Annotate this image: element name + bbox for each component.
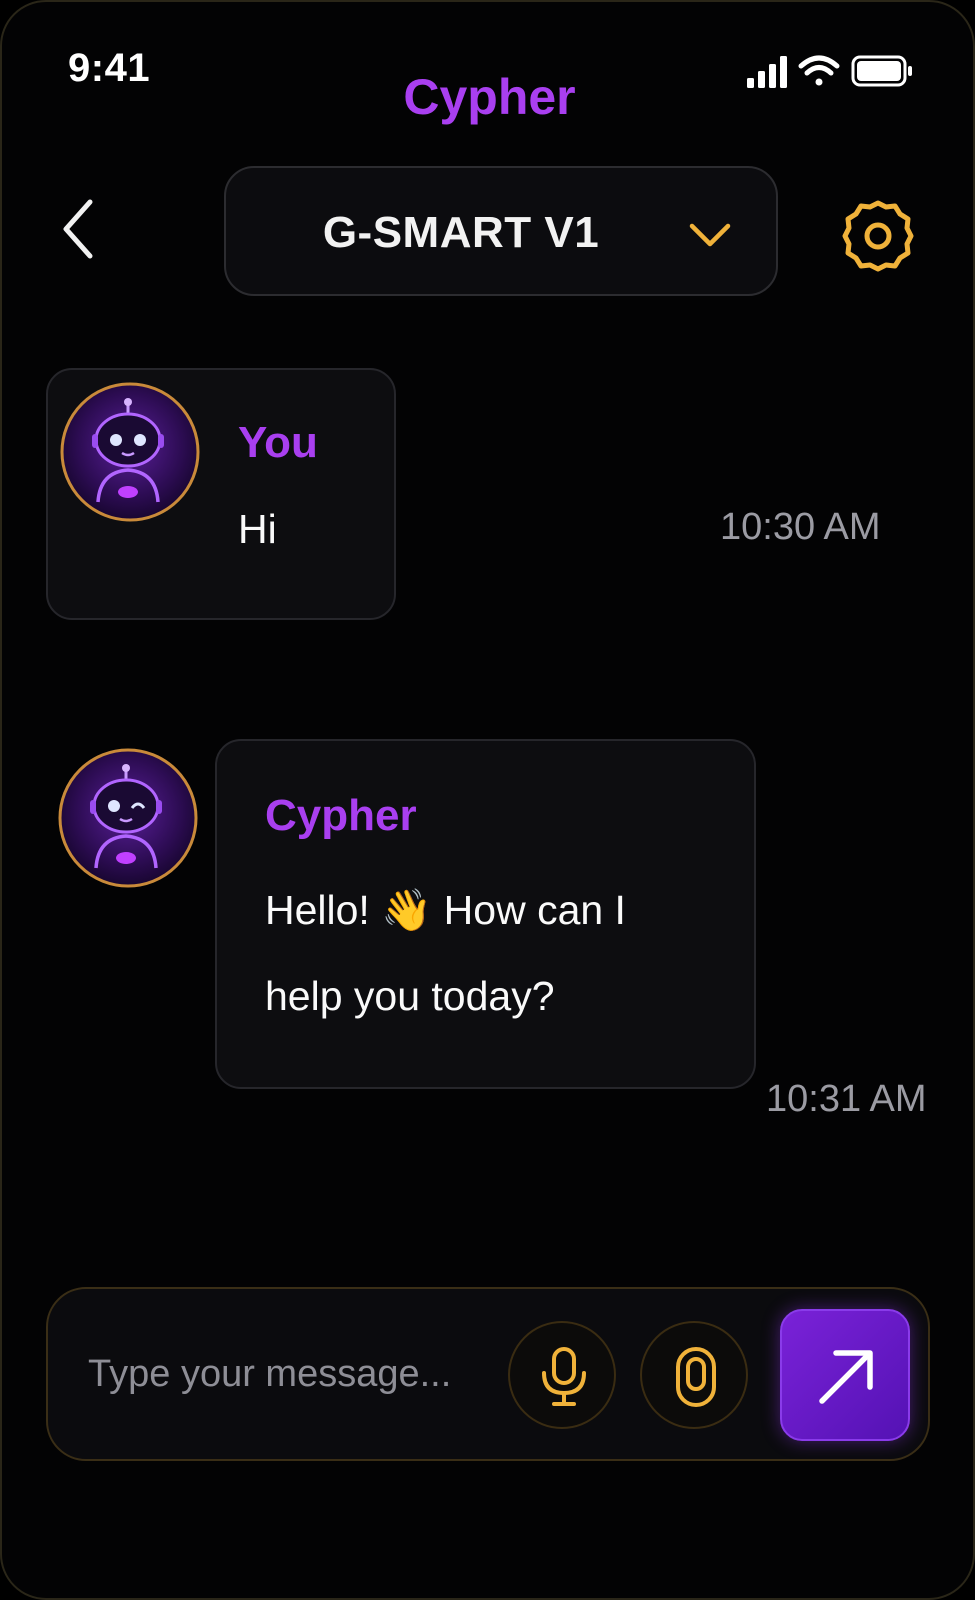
message-sender: Cypher	[265, 791, 417, 840]
message-time: 10:30 AM	[720, 506, 881, 548]
message-sender: You	[238, 418, 318, 467]
settings-button[interactable]	[840, 198, 916, 274]
message-text-line-1: Hello! 👋 How can I	[265, 887, 626, 933]
voice-input-button[interactable]	[508, 1321, 616, 1429]
model-label: G-SMART V1	[322, 208, 600, 257]
mic-capsule-icon	[676, 1347, 716, 1407]
message-bubble-bot: Cypher Hello! 👋 How can I help you today…	[215, 739, 756, 1089]
microphone-icon	[542, 1347, 586, 1406]
message-text-line-2: help you today?	[265, 973, 555, 1019]
chevron-down-icon	[689, 223, 731, 247]
send-button[interactable]	[780, 1309, 910, 1441]
message-bubble-user: You Hi	[46, 368, 396, 620]
robot-avatar-icon	[58, 748, 198, 888]
message-text: Hi	[238, 506, 277, 552]
message-input[interactable]	[88, 1339, 508, 1409]
message-composer	[46, 1287, 930, 1461]
robot-avatar-icon	[60, 382, 200, 522]
send-arrow-icon	[819, 1350, 873, 1404]
audio-record-button[interactable]	[640, 1321, 748, 1429]
chevron-left-icon	[63, 199, 93, 259]
app-title: Cypher	[403, 69, 576, 125]
phone-frame: 9:41 Cypher G-SMART V1 You Hi 10:30 AM C…	[0, 0, 975, 1600]
gear-icon	[842, 200, 914, 272]
back-button[interactable]	[58, 198, 108, 260]
model-selector[interactable]: G-SMART V1	[224, 166, 778, 296]
message-time: 10:31 AM	[766, 1078, 927, 1120]
